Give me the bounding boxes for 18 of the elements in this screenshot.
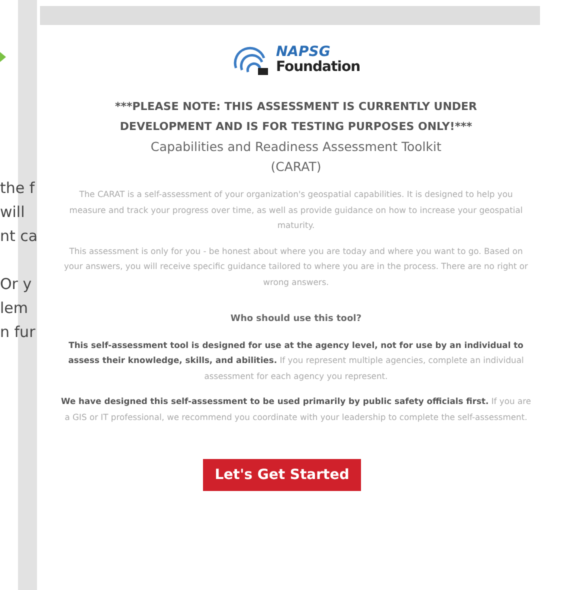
toolkit-acronym: (CARAT) (270, 158, 322, 176)
paragraph: This self-assessment tool is designed for use at the agency level, not for use by an individual to assess their knowledge, skills, and abilities. If you represent multiple agencies, complete an individual assessment for each agency you represent. (67, 338, 525, 383)
paragraph: The CARAT is a self-assessment of your organization's geospatial capabilities. It is designed to help you measure and track your progress over time, as well as provide guidance on how to increase your geospatial maturity. (68, 188, 524, 232)
arrow-icon (0, 52, 6, 62)
paragraph: We have designed this self-assessment to be used primarily by public safety officials first. If you are a GIS or IT professional, we recommend you coordinate with your leadership to complete the self-assessment. (61, 395, 531, 424)
page-text: lem (0, 298, 30, 319)
page-text: nt ca (0, 226, 37, 247)
notice-text: ***PLEASE NOTE: THIS ASSESSMENT IS CURRENTLY UNDER DEVELOPMENT AND IS FOR TESTING PURPOSES ONLY!*** (114, 99, 478, 135)
section-heading: Who should use this tool? (230, 313, 362, 326)
start-button[interactable]: Let's Get Started (202, 459, 362, 491)
toolkit-title: Capabilities and Readiness Assessment Toolkit (150, 138, 442, 156)
logo-text: NAPSG (276, 45, 330, 60)
page-text: Or y (0, 274, 33, 295)
page-text: n fur (0, 322, 36, 343)
page-text: the f (0, 178, 36, 199)
page-text: will (0, 202, 26, 223)
paragraph: This assessment is only for you - be honest about where you are today and where you want to go. Based on your answers, you will receive specific guidance tailored to where you are in the process. There are no right or wrong answers. (62, 244, 530, 289)
logo-text: Foundation (276, 60, 360, 75)
